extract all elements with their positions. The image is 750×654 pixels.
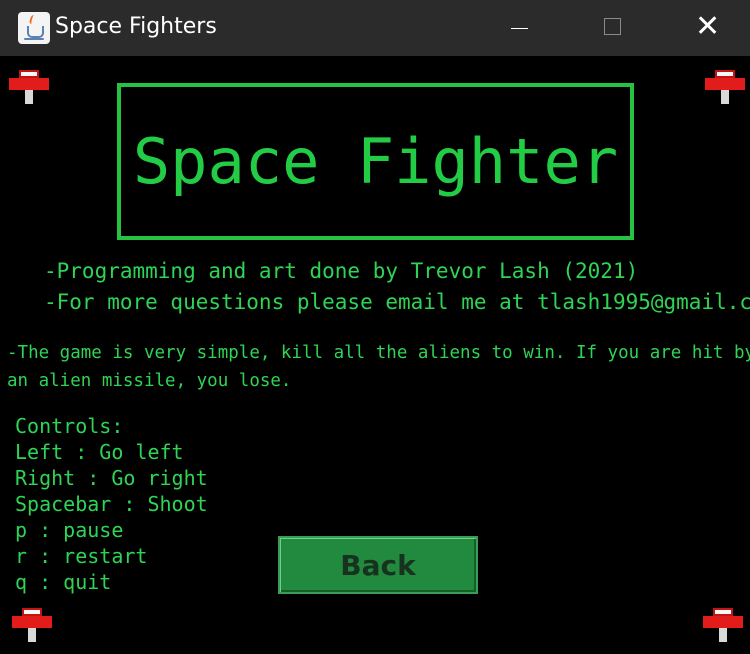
game-title: Space Fighter <box>132 125 619 198</box>
controls-heading: Controls: <box>15 414 124 438</box>
ship-icon <box>705 70 745 106</box>
control-item: Left : Go left <box>15 440 184 464</box>
control-item: r : restart <box>15 544 148 568</box>
control-item: Right : Go right <box>15 466 208 490</box>
close-button[interactable]: ✕ <box>683 0 729 56</box>
contact-line: -For more questions please email me at t… <box>44 290 750 314</box>
close-icon: ✕ <box>695 9 721 44</box>
control-item: Spacebar : Shoot <box>15 492 208 516</box>
minimize-button[interactable] <box>496 0 542 56</box>
control-item: p : pause <box>15 518 124 542</box>
back-button[interactable]: Back <box>278 536 478 594</box>
title-bar: Space Fighters ✕ <box>0 0 750 56</box>
window-title: Space Fighters <box>55 14 217 39</box>
ship-icon <box>9 70 49 106</box>
credit-line: -Programming and art done by Trevor Lash… <box>44 259 639 283</box>
back-button-label: Back <box>340 548 416 582</box>
ship-icon <box>703 608 743 644</box>
game-description: -The game is very simple, kill all the a… <box>7 343 750 391</box>
maximize-icon <box>604 18 621 35</box>
title-frame: Space Fighter <box>117 83 634 240</box>
minimize-icon <box>511 28 528 29</box>
java-cup-icon <box>18 12 50 44</box>
ship-icon <box>12 608 52 644</box>
control-item: q : quit <box>15 570 112 594</box>
maximize-button[interactable] <box>590 0 636 56</box>
